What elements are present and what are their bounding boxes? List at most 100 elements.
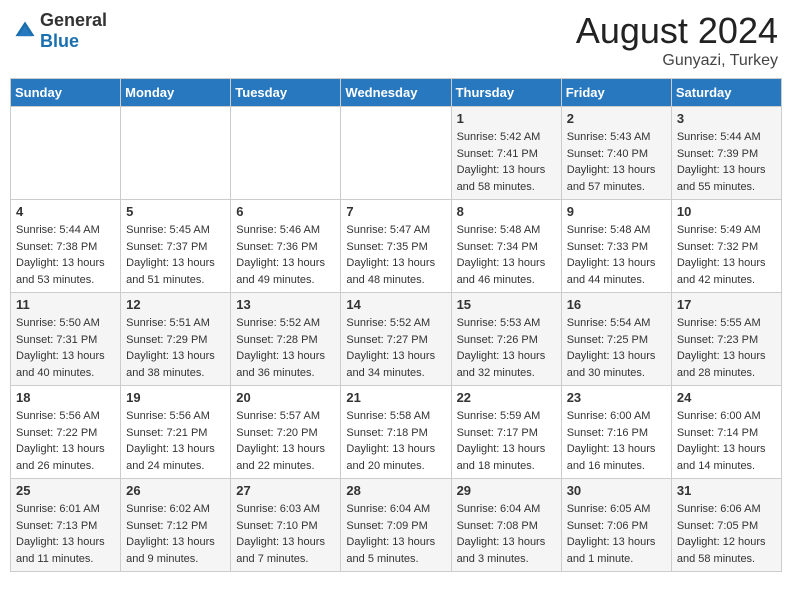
day-info: Sunrise: 5:47 AMSunset: 7:35 PMDaylight:… <box>346 222 445 288</box>
location: Gunyazi, Turkey <box>576 52 778 70</box>
day-of-week-header: Friday <box>561 79 671 107</box>
logo-blue: Blue <box>40 31 79 51</box>
day-number: 14 <box>346 297 445 312</box>
day-info: Sunrise: 5:46 AMSunset: 7:36 PMDaylight:… <box>236 222 335 288</box>
day-info: Sunrise: 5:54 AMSunset: 7:25 PMDaylight:… <box>567 315 666 381</box>
calendar-week-row: 18 Sunrise: 5:56 AMSunset: 7:22 PMDayligh… <box>11 386 782 479</box>
day-info: Sunrise: 6:00 AMSunset: 7:16 PMDaylight:… <box>567 408 666 474</box>
day-number: 8 <box>457 204 556 219</box>
day-info: Sunrise: 5:44 AMSunset: 7:38 PMDaylight:… <box>16 222 115 288</box>
day-info: Sunrise: 5:48 AMSunset: 7:34 PMDaylight:… <box>457 222 556 288</box>
day-info: Sunrise: 5:57 AMSunset: 7:20 PMDaylight:… <box>236 408 335 474</box>
calendar-cell <box>11 107 121 200</box>
day-number: 20 <box>236 390 335 405</box>
day-number: 19 <box>126 390 225 405</box>
day-info: Sunrise: 6:04 AMSunset: 7:08 PMDaylight:… <box>457 501 556 567</box>
logo: General Blue <box>14 10 107 52</box>
day-number: 5 <box>126 204 225 219</box>
day-info: Sunrise: 5:45 AMSunset: 7:37 PMDaylight:… <box>126 222 225 288</box>
calendar-cell: 25 Sunrise: 6:01 AMSunset: 7:13 PMDayligh… <box>11 479 121 572</box>
calendar-cell <box>231 107 341 200</box>
calendar-cell: 12 Sunrise: 5:51 AMSunset: 7:29 PMDayligh… <box>121 293 231 386</box>
calendar-cell: 1Sunrise: 5:42 AMSunset: 7:41 PMDaylight… <box>451 107 561 200</box>
calendar-cell: 17 Sunrise: 5:55 AMSunset: 7:23 PMDayligh… <box>671 293 781 386</box>
calendar-cell: 18 Sunrise: 5:56 AMSunset: 7:22 PMDayligh… <box>11 386 121 479</box>
day-info: Sunrise: 6:01 AMSunset: 7:13 PMDaylight:… <box>16 501 115 567</box>
calendar-cell: 28 Sunrise: 6:04 AMSunset: 7:09 PMDayligh… <box>341 479 451 572</box>
day-number: 7 <box>346 204 445 219</box>
calendar-week-row: 11 Sunrise: 5:50 AMSunset: 7:31 PMDayligh… <box>11 293 782 386</box>
logo-icon <box>14 20 36 42</box>
calendar-cell: 13Sunrise: 5:52 AMSunset: 7:28 PMDayligh… <box>231 293 341 386</box>
day-of-week-header: Thursday <box>451 79 561 107</box>
day-number: 10 <box>677 204 776 219</box>
day-info: Sunrise: 5:52 AMSunset: 7:27 PMDaylight:… <box>346 315 445 381</box>
calendar-cell: 26 Sunrise: 6:02 AMSunset: 7:12 PMDayligh… <box>121 479 231 572</box>
calendar-cell: 23 Sunrise: 6:00 AMSunset: 7:16 PMDayligh… <box>561 386 671 479</box>
calendar-cell: 8 Sunrise: 5:48 AMSunset: 7:34 PMDaylight… <box>451 200 561 293</box>
day-number: 3 <box>677 111 776 126</box>
month-year: August 2024 <box>576 10 778 52</box>
logo-general: General <box>40 10 107 30</box>
calendar-cell: 31 Sunrise: 6:06 AMSunset: 7:05 PMDayligh… <box>671 479 781 572</box>
day-info: Sunrise: 5:51 AMSunset: 7:29 PMDaylight:… <box>126 315 225 381</box>
calendar-cell: 16 Sunrise: 5:54 AMSunset: 7:25 PMDayligh… <box>561 293 671 386</box>
calendar-cell: 7 Sunrise: 5:47 AMSunset: 7:35 PMDaylight… <box>341 200 451 293</box>
day-number: 4 <box>16 204 115 219</box>
day-info: Sunrise: 5:56 AMSunset: 7:22 PMDaylight:… <box>16 408 115 474</box>
day-info: Sunrise: 6:02 AMSunset: 7:12 PMDaylight:… <box>126 501 225 567</box>
calendar-cell: 6Sunrise: 5:46 AMSunset: 7:36 PMDaylight… <box>231 200 341 293</box>
day-of-week-header: Sunday <box>11 79 121 107</box>
day-number: 2 <box>567 111 666 126</box>
day-number: 30 <box>567 483 666 498</box>
day-number: 26 <box>126 483 225 498</box>
calendar-cell: 5 Sunrise: 5:45 AMSunset: 7:37 PMDaylight… <box>121 200 231 293</box>
calendar-table: SundayMondayTuesdayWednesdayThursdayFrid… <box>10 78 782 572</box>
calendar-cell: 2Sunrise: 5:43 AMSunset: 7:40 PMDaylight… <box>561 107 671 200</box>
day-number: 25 <box>16 483 115 498</box>
day-number: 18 <box>16 390 115 405</box>
day-number: 29 <box>457 483 556 498</box>
day-info: Sunrise: 5:44 AMSunset: 7:39 PMDaylight:… <box>677 129 776 195</box>
calendar-cell: 24Sunrise: 6:00 AMSunset: 7:14 PMDayligh… <box>671 386 781 479</box>
calendar-cell: 3 Sunrise: 5:44 AMSunset: 7:39 PMDaylight… <box>671 107 781 200</box>
day-info: Sunrise: 5:48 AMSunset: 7:33 PMDaylight:… <box>567 222 666 288</box>
day-info: Sunrise: 5:55 AMSunset: 7:23 PMDaylight:… <box>677 315 776 381</box>
logo-text: General Blue <box>40 10 107 52</box>
day-number: 12 <box>126 297 225 312</box>
day-info: Sunrise: 5:56 AMSunset: 7:21 PMDaylight:… <box>126 408 225 474</box>
calendar-cell: 21 Sunrise: 5:58 AMSunset: 7:18 PMDayligh… <box>341 386 451 479</box>
day-number: 17 <box>677 297 776 312</box>
day-info: Sunrise: 5:58 AMSunset: 7:18 PMDaylight:… <box>346 408 445 474</box>
calendar-week-row: 4 Sunrise: 5:44 AMSunset: 7:38 PMDaylight… <box>11 200 782 293</box>
title-block: August 2024 Gunyazi, Turkey <box>576 10 778 70</box>
day-of-week-header: Tuesday <box>231 79 341 107</box>
day-of-week-header: Monday <box>121 79 231 107</box>
day-info: Sunrise: 5:59 AMSunset: 7:17 PMDaylight:… <box>457 408 556 474</box>
day-number: 22 <box>457 390 556 405</box>
calendar-week-row: 1Sunrise: 5:42 AMSunset: 7:41 PMDaylight… <box>11 107 782 200</box>
day-info: Sunrise: 6:03 AMSunset: 7:10 PMDaylight:… <box>236 501 335 567</box>
day-number: 11 <box>16 297 115 312</box>
calendar-cell: 22 Sunrise: 5:59 AMSunset: 7:17 PMDayligh… <box>451 386 561 479</box>
day-info: Sunrise: 6:04 AMSunset: 7:09 PMDaylight:… <box>346 501 445 567</box>
day-number: 28 <box>346 483 445 498</box>
calendar-cell <box>121 107 231 200</box>
day-number: 23 <box>567 390 666 405</box>
calendar-cell: 9Sunrise: 5:48 AMSunset: 7:33 PMDaylight… <box>561 200 671 293</box>
day-info: Sunrise: 5:50 AMSunset: 7:31 PMDaylight:… <box>16 315 115 381</box>
page-header: General Blue August 2024 Gunyazi, Turkey <box>10 10 782 70</box>
day-number: 21 <box>346 390 445 405</box>
day-number: 16 <box>567 297 666 312</box>
calendar-cell: 27 Sunrise: 6:03 AMSunset: 7:10 PMDayligh… <box>231 479 341 572</box>
calendar-cell: 19 Sunrise: 5:56 AMSunset: 7:21 PMDayligh… <box>121 386 231 479</box>
calendar-cell: 11 Sunrise: 5:50 AMSunset: 7:31 PMDayligh… <box>11 293 121 386</box>
day-info: Sunrise: 6:06 AMSunset: 7:05 PMDaylight:… <box>677 501 776 567</box>
day-number: 15 <box>457 297 556 312</box>
day-info: Sunrise: 5:53 AMSunset: 7:26 PMDaylight:… <box>457 315 556 381</box>
calendar-cell: 29 Sunrise: 6:04 AMSunset: 7:08 PMDayligh… <box>451 479 561 572</box>
calendar-cell: 10Sunrise: 5:49 AMSunset: 7:32 PMDayligh… <box>671 200 781 293</box>
day-number: 31 <box>677 483 776 498</box>
calendar-cell: 15 Sunrise: 5:53 AMSunset: 7:26 PMDayligh… <box>451 293 561 386</box>
day-number: 27 <box>236 483 335 498</box>
